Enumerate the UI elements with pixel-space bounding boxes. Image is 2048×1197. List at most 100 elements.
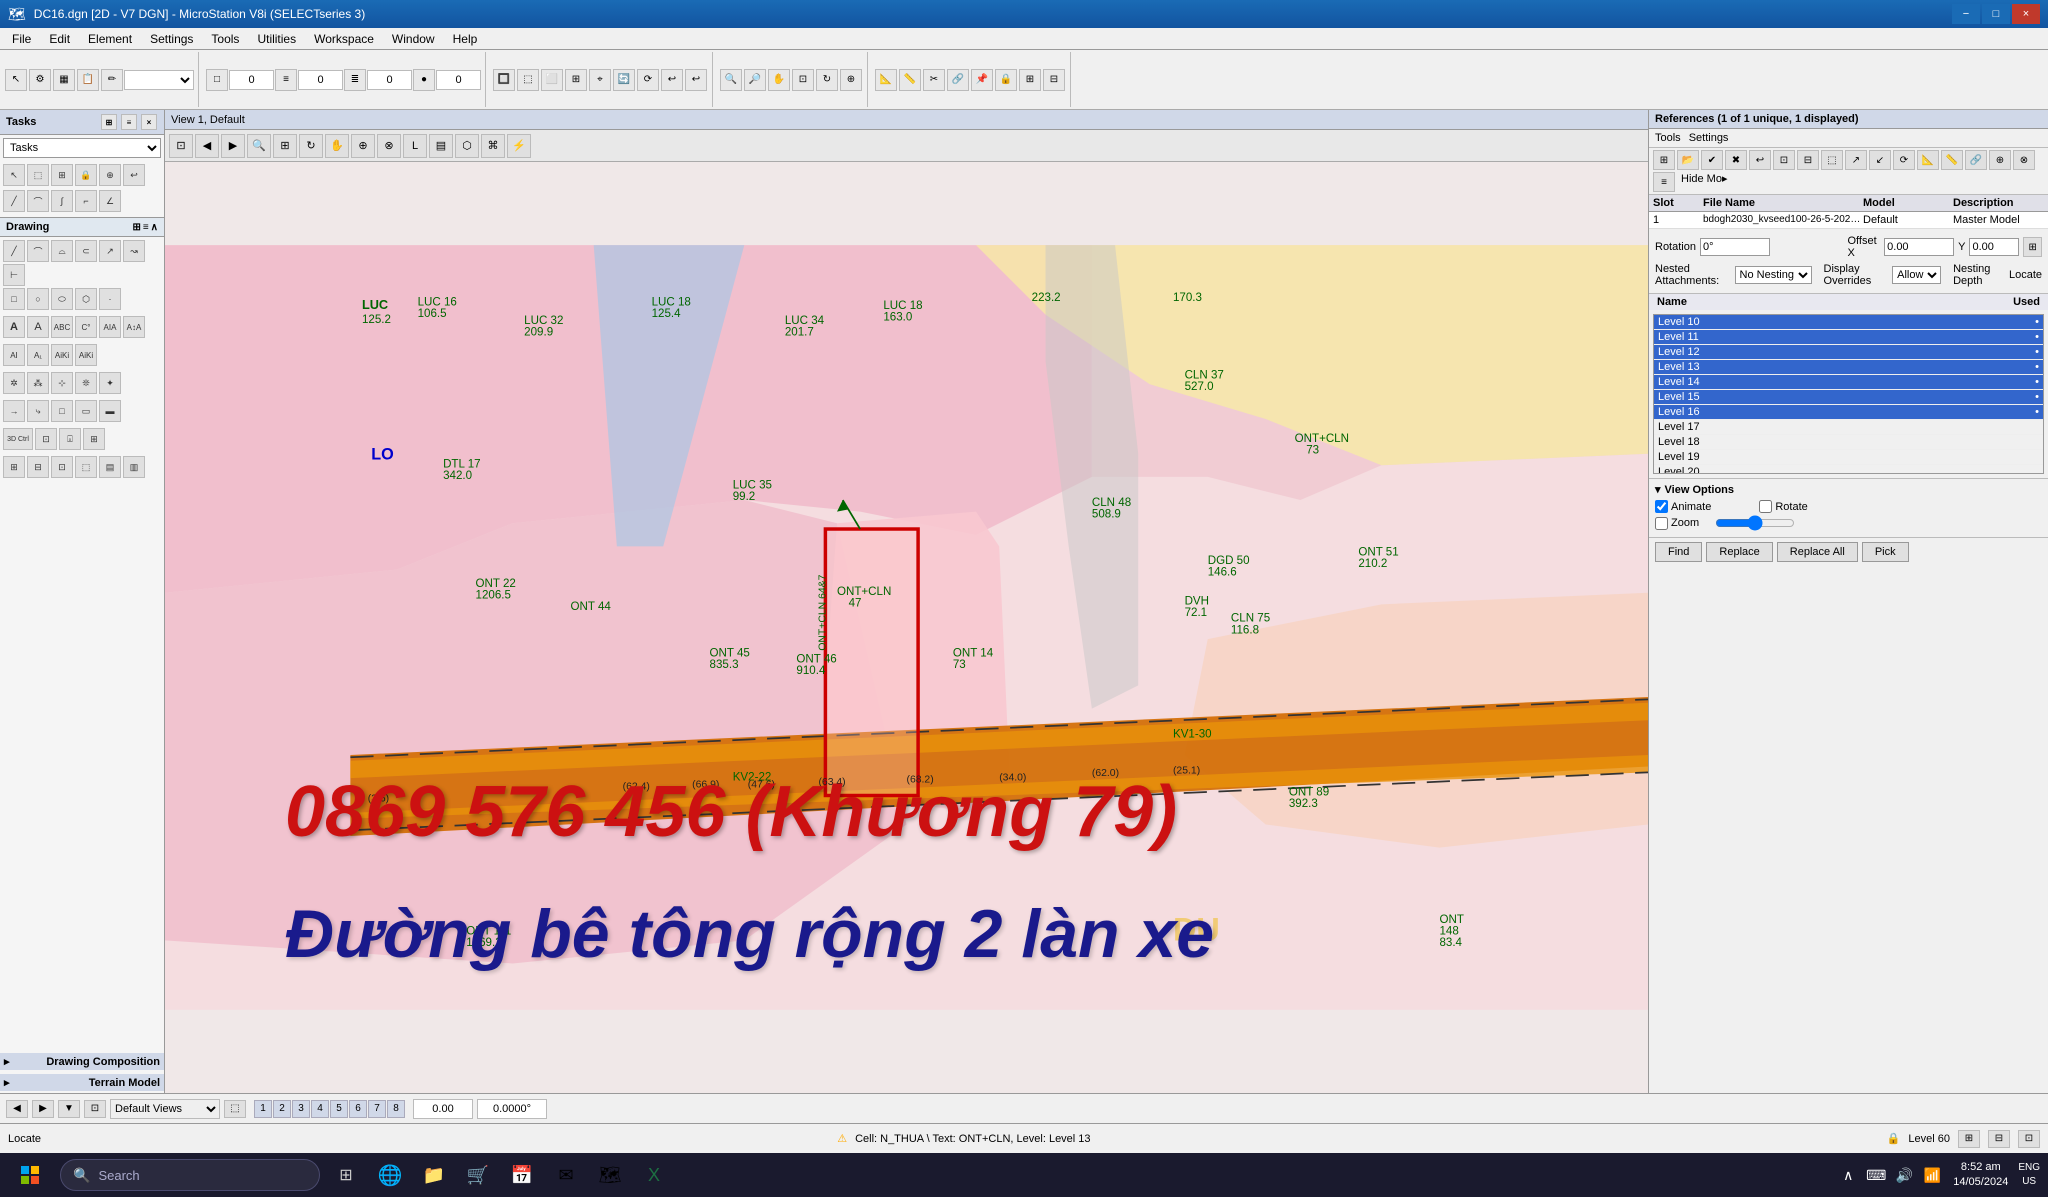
level-row-17[interactable]: Level 17: [1654, 420, 2043, 435]
vp-extra2[interactable]: ⚡: [507, 134, 531, 158]
minimize-btn[interactable]: −: [1952, 4, 1980, 24]
tb-btn-3[interactable]: ▦: [53, 69, 75, 91]
ref-tb-11[interactable]: ⟳: [1893, 150, 1915, 170]
ref-menu-tools[interactable]: Tools: [1655, 132, 1681, 144]
draw-ellipse[interactable]: ⬭: [51, 288, 73, 310]
level-row-11[interactable]: Level 11 •: [1654, 330, 2043, 345]
grid-tool-2[interactable]: ⊟: [27, 456, 49, 478]
vp-toggle[interactable]: ⬡: [455, 134, 479, 158]
dim-tool-3[interactable]: AI: [3, 344, 25, 366]
misc-btn-4[interactable]: 🔗: [947, 69, 969, 91]
view-btn-4[interactable]: ⊞: [565, 69, 587, 91]
ref-table-row[interactable]: 1 bdogh2030_kvseed100-26-5-2022.dgn Defa…: [1649, 212, 2048, 229]
tb-btn-5[interactable]: ✏: [101, 69, 123, 91]
group-tool[interactable]: ⊞: [51, 164, 73, 186]
store-icon[interactable]: 🛒: [460, 1157, 496, 1193]
page-7[interactable]: 7: [368, 1100, 386, 1118]
ref-tb-1[interactable]: ⊞: [1653, 150, 1675, 170]
level-row-16[interactable]: Level 16 •: [1654, 405, 2043, 420]
view-btn-8[interactable]: ↩: [661, 69, 683, 91]
page-6[interactable]: 6: [349, 1100, 367, 1118]
system-clock[interactable]: 8:52 am 14/05/2024: [1949, 1160, 2012, 1191]
menu-settings[interactable]: Settings: [142, 30, 201, 48]
tasks-grid-btn[interactable]: ⊞: [101, 114, 117, 130]
window-controls[interactable]: − □ ×: [1952, 4, 2040, 24]
dim-tool-4[interactable]: A₁: [27, 344, 49, 366]
pick-btn[interactable]: Pick: [1862, 542, 1909, 562]
edge-icon[interactable]: 🌐: [372, 1157, 408, 1193]
line-tool[interactable]: ╱: [3, 190, 25, 212]
language-indicator[interactable]: ENG US: [2018, 1161, 2040, 1189]
ref-tb-4[interactable]: ✖: [1725, 150, 1747, 170]
snap-btn[interactable]: ⊕: [840, 69, 862, 91]
ref-tb-2[interactable]: 📂: [1677, 150, 1699, 170]
coords-btn[interactable]: ⊞: [2023, 237, 2042, 257]
view-btn-7[interactable]: ⟳: [637, 69, 659, 91]
draw-c3[interactable]: ↗: [99, 240, 121, 262]
ref-tb-9[interactable]: ↗: [1845, 150, 1867, 170]
draw-arc[interactable]: ⌒: [27, 240, 49, 262]
calendar-icon[interactable]: 📅: [504, 1157, 540, 1193]
grid-tool-5[interactable]: ▤: [99, 456, 121, 478]
ref-tb-16[interactable]: ⊗: [2013, 150, 2035, 170]
network-icon[interactable]: 📶: [1921, 1164, 1943, 1186]
misc-btn-7[interactable]: ⊞: [1019, 69, 1041, 91]
search-bar[interactable]: 🔍 Search: [60, 1159, 320, 1191]
misc-btn-8[interactable]: ⊟: [1043, 69, 1065, 91]
ref-tool-3[interactable]: ▬: [99, 400, 121, 422]
nested-dropdown[interactable]: No Nesting: [1735, 266, 1812, 284]
zoom-out-btn[interactable]: 🔎: [744, 69, 766, 91]
levels-table[interactable]: Level 10 • Level 11 • Level 12 • Level 1…: [1653, 314, 2044, 474]
status-btn-3[interactable]: ⊡: [2018, 1130, 2040, 1148]
draw-c2[interactable]: ⊂: [75, 240, 97, 262]
page-4[interactable]: 4: [311, 1100, 329, 1118]
angle-tool[interactable]: ∠: [99, 190, 121, 212]
misc-btn-3[interactable]: ✂: [923, 69, 945, 91]
start-button[interactable]: [8, 1153, 52, 1197]
drawing-section-header[interactable]: Drawing ⊞ ≡ ∧: [0, 217, 164, 237]
zoom-slider[interactable]: [1715, 515, 1795, 531]
dim-tool[interactable]: AIA: [99, 316, 121, 338]
grid-tool-6[interactable]: ▥: [123, 456, 145, 478]
ref-tb-17[interactable]: ≡: [1653, 172, 1675, 192]
pointer-btn[interactable]: ↖: [5, 69, 27, 91]
draw-c5[interactable]: ⊢: [3, 264, 25, 286]
animate-checkbox[interactable]: [1655, 500, 1668, 513]
coord-input-1[interactable]: [413, 1099, 473, 1119]
menu-file[interactable]: File: [4, 30, 39, 48]
volume-icon[interactable]: 🔊: [1893, 1164, 1915, 1186]
view-btn-3[interactable]: ⬜: [541, 69, 563, 91]
shape-btn-4[interactable]: ●: [413, 69, 435, 91]
dim-tool-6[interactable]: AiKi: [75, 344, 97, 366]
draw-c1[interactable]: ⌓: [51, 240, 73, 262]
rotate-checkbox[interactable]: [1759, 500, 1772, 513]
fence-tool[interactable]: ⬚: [27, 164, 49, 186]
page-2[interactable]: 2: [273, 1100, 291, 1118]
maximize-btn[interactable]: □: [1982, 4, 2010, 24]
misc-btn-2[interactable]: 📏: [899, 69, 921, 91]
grid-tool-3[interactable]: ⊡: [51, 456, 73, 478]
shape-btn[interactable]: □: [206, 69, 228, 91]
nav-back[interactable]: ◀: [6, 1100, 28, 1118]
pattern-tool-4[interactable]: ❊: [75, 372, 97, 394]
drawing-composition-header[interactable]: ▸ Drawing Composition: [0, 1053, 164, 1070]
map-viewport[interactable]: LUC 125.2 LUC 16 106.5 LUC 32 209.9 LUC …: [165, 162, 1648, 1093]
page-5[interactable]: 5: [330, 1100, 348, 1118]
misc-btn-6[interactable]: 🔒: [995, 69, 1017, 91]
vp-next-btn[interactable]: ▶: [221, 134, 245, 158]
ref-tool-2[interactable]: ▭: [75, 400, 97, 422]
draw-pts[interactable]: ·: [99, 288, 121, 310]
shape-input-2[interactable]: [298, 70, 343, 90]
shape-btn-2[interactable]: ≡: [275, 69, 297, 91]
page-8[interactable]: 8: [387, 1100, 405, 1118]
arrow-tool-2[interactable]: ⤷: [27, 400, 49, 422]
vp-fit-btn[interactable]: ⊡: [169, 134, 193, 158]
ref-tb-14[interactable]: 🔗: [1965, 150, 1987, 170]
shape-input-1[interactable]: [229, 70, 274, 90]
select-tool[interactable]: ↖: [3, 164, 25, 186]
mail-icon[interactable]: ✉: [548, 1157, 584, 1193]
offset-x-input[interactable]: 0.00: [1884, 238, 1954, 256]
view-btn-1[interactable]: 🔲: [493, 69, 515, 91]
coord-input-2[interactable]: [477, 1099, 547, 1119]
draw-line[interactable]: ╱: [3, 240, 25, 262]
